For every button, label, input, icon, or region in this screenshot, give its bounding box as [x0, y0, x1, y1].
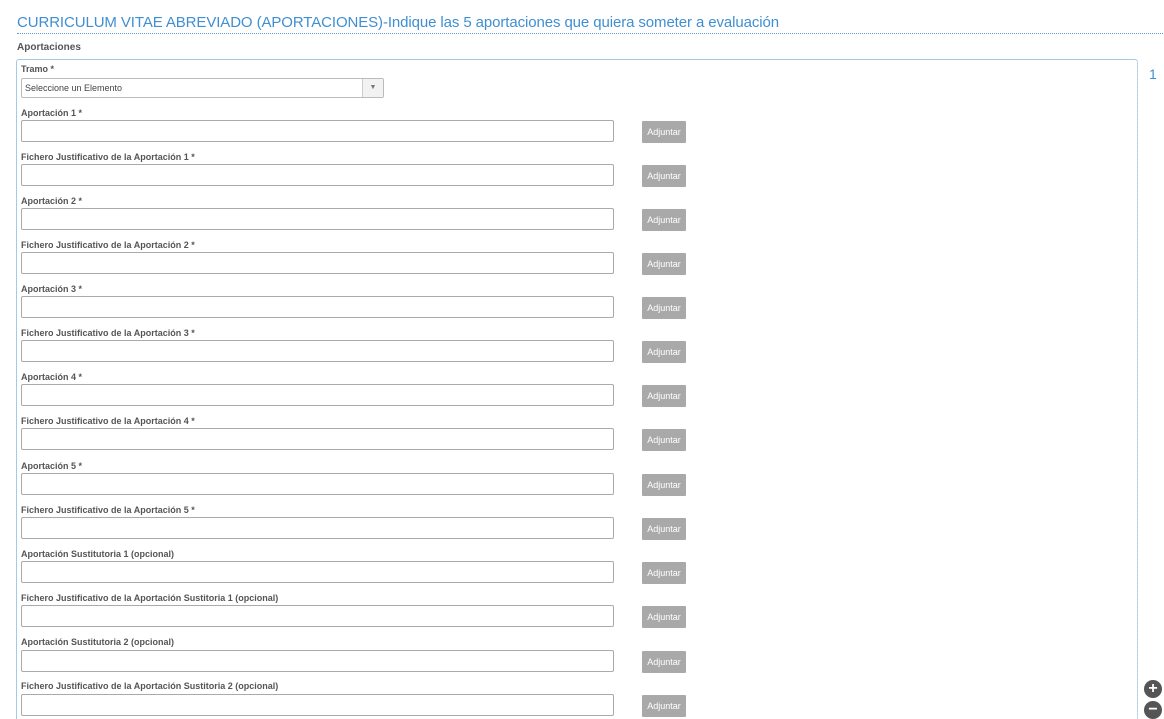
group-label: Aportaciones: [17, 42, 81, 53]
field-label: Fichero Justificativo de la Aportación 1…: [21, 152, 195, 162]
field-label: Fichero Justificativo de la Aportación 2…: [21, 240, 195, 250]
fichero-5-input[interactable]: [21, 517, 614, 539]
field-label: Fichero Justificativo de la Aportación 4…: [21, 416, 195, 426]
attach-button[interactable]: Adjuntar: [642, 474, 686, 496]
tramo-select[interactable]: Seleccione un Elemento ▼: [21, 78, 384, 98]
sustitutoria-1-input[interactable]: [21, 561, 614, 583]
field-label: Aportación 2 *: [21, 196, 83, 206]
field-label: Fichero Justificativo de la Aportación S…: [21, 593, 279, 603]
field-label: Aportación 3 *: [21, 284, 83, 294]
attach-button[interactable]: Adjuntar: [642, 253, 686, 275]
attach-button[interactable]: Adjuntar: [642, 209, 686, 231]
tramo-label: Tramo *: [21, 64, 55, 74]
field-label: Aportación Sustitutoria 2 (opcional): [21, 637, 175, 647]
attach-button[interactable]: Adjuntar: [642, 341, 686, 363]
aportacion-4-input[interactable]: [21, 384, 614, 406]
attach-button[interactable]: Adjuntar: [642, 297, 686, 319]
caret-down-icon[interactable]: ▼: [362, 79, 383, 97]
aportacion-3-input[interactable]: [21, 296, 614, 318]
field-label: Fichero Justificativo de la Aportación 3…: [21, 328, 195, 338]
field-label: Aportación 1 *: [21, 108, 83, 118]
page: CURRICULUM VITAE ABREVIADO (APORTACIONES…: [0, 0, 1164, 719]
fichero-2-input[interactable]: [21, 252, 614, 274]
attach-button[interactable]: Adjuntar: [642, 165, 686, 187]
field-label: Aportación 5 *: [21, 461, 83, 471]
attach-button[interactable]: Adjuntar: [642, 695, 686, 717]
attach-button[interactable]: Adjuntar: [642, 606, 686, 628]
field-label: Fichero Justificativo de la Aportación 5…: [21, 505, 195, 515]
attach-button[interactable]: Adjuntar: [642, 651, 686, 673]
plus-circle-icon[interactable]: +: [1144, 680, 1162, 698]
field-label: Aportación 4 *: [21, 372, 83, 382]
fichero-4-input[interactable]: [21, 428, 614, 450]
aportacion-5-input[interactable]: [21, 473, 614, 495]
tramo-selected-value: Seleccione un Elemento: [25, 83, 123, 93]
field-label: Aportación Sustitutoria 1 (opcional): [21, 549, 175, 559]
fichero-3-input[interactable]: [21, 340, 614, 362]
attach-button[interactable]: Adjuntar: [642, 429, 686, 451]
attach-button[interactable]: Adjuntar: [642, 121, 686, 143]
attach-button[interactable]: Adjuntar: [642, 518, 686, 540]
sustitutoria-2-input[interactable]: [21, 650, 614, 672]
section-title: CURRICULUM VITAE ABREVIADO (APORTACIONES…: [17, 14, 1163, 34]
fichero-sustitoria-1-input[interactable]: [21, 605, 614, 627]
minus-circle-icon[interactable]: −: [1144, 701, 1162, 719]
item-counter: 1: [1149, 66, 1157, 82]
fichero-1-input[interactable]: [21, 164, 614, 186]
fichero-sustitoria-2-input[interactable]: [21, 694, 614, 716]
attach-button[interactable]: Adjuntar: [642, 385, 686, 407]
aportacion-2-input[interactable]: [21, 208, 614, 230]
field-label: Fichero Justificativo de la Aportación S…: [21, 681, 279, 691]
aportacion-1-input[interactable]: [21, 120, 614, 142]
attach-button[interactable]: Adjuntar: [642, 562, 686, 584]
